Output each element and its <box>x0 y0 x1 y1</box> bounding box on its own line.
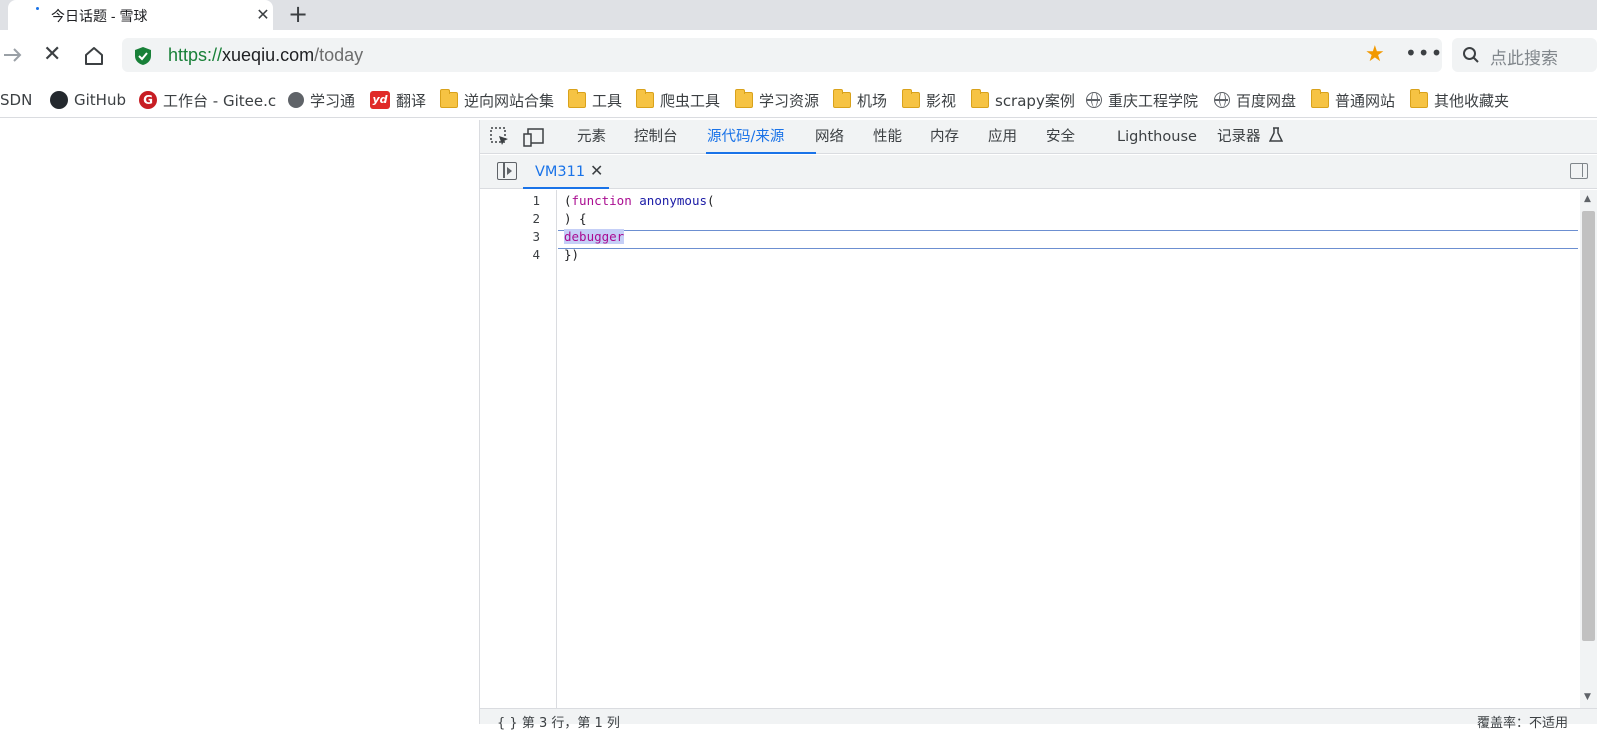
search-icon <box>1463 47 1479 63</box>
folder-icon <box>1311 89 1329 108</box>
gitee-icon: G <box>139 91 157 109</box>
folder-icon <box>971 89 989 108</box>
home-icon <box>85 47 103 65</box>
bookmark-folder-sites[interactable]: 普通网站 <box>1311 89 1395 111</box>
new-tab-button[interactable]: + <box>285 2 311 28</box>
flask-icon <box>1268 127 1284 142</box>
line-number-gutter <box>480 190 557 708</box>
tab-lighthouse[interactable]: Lighthouse <box>1117 127 1197 147</box>
secure-shield-icon[interactable] <box>134 46 152 66</box>
toggle-navigator-icon[interactable] <box>497 162 517 180</box>
line-number[interactable]: 3 <box>500 228 540 246</box>
globe-icon <box>1214 92 1230 108</box>
folder-icon <box>568 89 586 108</box>
inspect-element-button[interactable] <box>489 126 511 148</box>
tab-application[interactable]: 应用 <box>988 127 1017 147</box>
code-line: ) { <box>564 211 587 226</box>
browser-tab[interactable]: 今日话题 - 雪球 ✕ <box>8 0 273 30</box>
globe-icon <box>1086 92 1102 108</box>
loading-spinner-icon <box>36 7 39 10</box>
github-icon <box>50 91 68 109</box>
device-toolbar-button[interactable] <box>523 126 545 148</box>
code-line: }) <box>564 247 580 262</box>
favorite-star-icon[interactable]: ★ <box>1365 44 1385 66</box>
tab-console[interactable]: 控制台 <box>634 127 678 147</box>
line-number[interactable]: 1 <box>500 192 540 210</box>
url-host: xueqiu.com <box>222 45 315 65</box>
globe-icon <box>288 92 304 108</box>
stop-button[interactable]: ✕ <box>43 44 61 66</box>
selected-debugger-statement: debugger <box>564 229 625 244</box>
page-viewport[interactable] <box>0 120 480 724</box>
bookmark-sdn[interactable]: SDN <box>0 89 32 111</box>
bookmark-folder-others[interactable]: 其他收藏夹 <box>1410 89 1509 111</box>
code-line: (function anonymous( <box>564 193 715 208</box>
cursor-position: { } 第 3 行，第 1 列 <box>497 716 620 731</box>
file-tab-close-icon[interactable]: ✕ <box>590 161 603 180</box>
url-text[interactable]: https://xueqiu.com/today <box>168 45 363 66</box>
function-name: anonymous <box>639 193 708 208</box>
line-number[interactable]: 2 <box>500 210 540 228</box>
url-path: /today <box>314 45 364 65</box>
bookmark-xuexitong[interactable]: 学习通 <box>288 89 355 111</box>
file-tab-vm311[interactable]: VM311 ✕ <box>523 158 609 189</box>
tab-sources[interactable]: 源代码/来源 <box>707 127 784 147</box>
bookmark-folder-scrapy[interactable]: scrapy案例 <box>971 89 1075 111</box>
bookmark-folder-learning[interactable]: 学习资源 <box>735 89 819 111</box>
bookmark-folder-airport[interactable]: 机场 <box>833 89 887 111</box>
tab-recorder-label: 记录器 <box>1217 129 1261 145</box>
folder-icon <box>833 89 851 108</box>
tab-elements[interactable]: 元素 <box>577 127 606 147</box>
bookmark-github[interactable]: GitHub <box>50 89 126 111</box>
home-button[interactable] <box>82 44 106 68</box>
folder-icon <box>735 89 753 108</box>
folder-icon <box>636 89 654 108</box>
device-toggle-icon <box>523 128 544 147</box>
tab-security[interactable]: 安全 <box>1046 127 1075 147</box>
bookmark-folder-crawler[interactable]: 爬虫工具 <box>636 89 720 111</box>
tab-network[interactable]: 网络 <box>815 127 844 147</box>
bookmark-translate[interactable]: yd 翻译 <box>370 89 426 111</box>
bookmark-folder-video[interactable]: 影视 <box>902 89 956 111</box>
code-line: debugger <box>564 228 625 246</box>
inspect-cursor-icon <box>490 127 508 145</box>
line-number[interactable]: 4 <box>500 246 540 264</box>
folder-icon <box>440 89 458 108</box>
code-editor[interactable] <box>558 190 1580 708</box>
youdao-icon: yd <box>370 91 390 109</box>
folder-icon <box>1410 89 1428 108</box>
bookmark-baidu-pan[interactable]: 百度网盘 <box>1214 89 1296 111</box>
folder-icon <box>902 89 920 108</box>
bookmark-gitee[interactable]: G 工作台 - Gitee.c <box>139 89 276 111</box>
scroll-up-arrow-icon[interactable]: ▲ <box>1584 194 1591 204</box>
active-tab-indicator <box>706 152 816 154</box>
search-box[interactable]: 点此搜索 <box>1452 38 1597 72</box>
tab-recorder[interactable]: 记录器 <box>1217 127 1284 147</box>
coverage-status: 覆盖率：不适用 <box>1477 716 1569 731</box>
search-placeholder: 点此搜索 <box>1490 49 1558 69</box>
tab-title: 今日话题 - 雪球 <box>51 8 148 24</box>
bookmark-cqie[interactable]: 重庆工程学院 <box>1086 89 1198 111</box>
bookmark-folder-reverse[interactable]: 逆向网站合集 <box>440 89 554 111</box>
tab-close-icon[interactable]: ✕ <box>253 5 273 25</box>
keyword: function <box>571 193 632 208</box>
toggle-debugger-sidebar-icon[interactable] <box>1570 163 1588 179</box>
more-options-icon[interactable]: ••• <box>1405 42 1443 64</box>
scroll-down-arrow-icon[interactable]: ▼ <box>1584 692 1591 702</box>
scrollbar-thumb[interactable] <box>1582 211 1595 641</box>
sources-status-bar <box>480 708 1597 724</box>
tab-performance[interactable]: 性能 <box>873 127 902 147</box>
file-tab-label: VM311 <box>535 164 586 180</box>
forward-button[interactable] <box>2 44 24 71</box>
sources-file-tab-bar <box>480 155 1597 189</box>
file-tab-indicator <box>523 187 609 189</box>
url-scheme: https:// <box>168 45 223 65</box>
tab-memory[interactable]: 内存 <box>930 127 959 147</box>
bookmark-folder-tools[interactable]: 工具 <box>568 89 622 111</box>
paused-line-highlight <box>558 230 1578 249</box>
arrow-right-icon <box>4 48 22 62</box>
